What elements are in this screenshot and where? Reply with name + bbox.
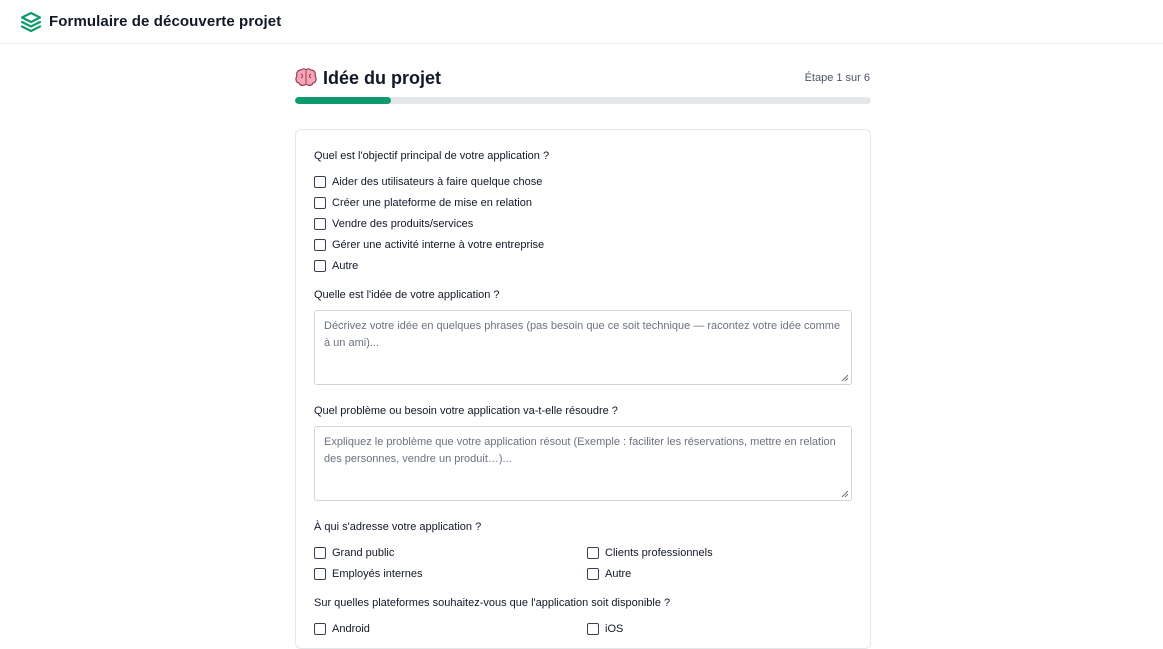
objective-question: Quel est l'objectif principal de votre a… xyxy=(314,150,550,162)
problem-placeholder: Expliquez le problème que votre applicat… xyxy=(324,436,836,465)
checkbox[interactable] xyxy=(314,567,326,580)
progress-fill xyxy=(295,97,392,104)
idea-textarea[interactable]: Décrivez votre idée en quelques phrases … xyxy=(314,310,852,385)
objective-option[interactable]: Créer une plateforme de mise en relation xyxy=(314,192,852,213)
idea-question: Quelle est l'idée de votre application ? xyxy=(314,289,500,301)
step-header: Idée du projet Étape 1 sur 6 xyxy=(295,62,871,94)
top-bar: Formulaire de découverte projet xyxy=(0,0,1163,44)
checkbox[interactable] xyxy=(314,238,326,251)
platform-option[interactable]: iOS xyxy=(587,618,860,639)
problem-question: Quel problème ou besoin votre applicatio… xyxy=(314,405,618,417)
objective-options: Aider des utilisateurs à faire quelque c… xyxy=(314,171,852,276)
objective-option[interactable]: Autre xyxy=(314,255,852,276)
objective-option[interactable]: Vendre des produits/services xyxy=(314,213,852,234)
audience-question: À qui s'adresse votre application ? xyxy=(314,521,482,533)
problem-textarea[interactable]: Expliquez le problème que votre applicat… xyxy=(314,426,852,501)
checkbox[interactable] xyxy=(314,196,326,209)
checkbox[interactable] xyxy=(314,175,326,188)
idea-placeholder: Décrivez votre idée en quelques phrases … xyxy=(324,320,841,349)
checkbox[interactable] xyxy=(587,567,599,580)
resize-handle-icon[interactable] xyxy=(841,490,849,498)
progress-bar xyxy=(295,97,871,104)
objective-option[interactable]: Aider des utilisateurs à faire quelque c… xyxy=(314,171,852,192)
app-title: Formulaire de découverte projet xyxy=(49,13,282,30)
audience-options: Grand public Clients professionnels Empl… xyxy=(314,542,852,584)
platform-options: Android iOS xyxy=(314,618,852,639)
platform-option[interactable]: Android xyxy=(314,618,587,639)
platforms-question: Sur quelles plateformes souhaitez-vous q… xyxy=(314,597,671,609)
step-counter: Étape 1 sur 6 xyxy=(804,72,870,84)
checkbox[interactable] xyxy=(314,546,326,559)
audience-option[interactable]: Employés internes xyxy=(314,563,587,584)
audience-option[interactable]: Autre xyxy=(587,563,860,584)
resize-handle-icon[interactable] xyxy=(841,374,849,382)
form-container: Idée du projet Étape 1 sur 6 Quel est l'… xyxy=(295,62,871,649)
objective-option[interactable]: Gérer une activité interne à votre entre… xyxy=(314,234,852,255)
audience-option[interactable]: Clients professionnels xyxy=(587,542,860,563)
question-card: Quel est l'objectif principal de votre a… xyxy=(295,129,871,649)
layers-icon xyxy=(19,10,43,34)
step-title: Idée du projet xyxy=(323,67,442,88)
checkbox[interactable] xyxy=(314,217,326,230)
checkbox[interactable] xyxy=(587,546,599,559)
brain-icon xyxy=(295,68,317,88)
audience-option[interactable]: Grand public xyxy=(314,542,587,563)
checkbox[interactable] xyxy=(314,259,326,272)
